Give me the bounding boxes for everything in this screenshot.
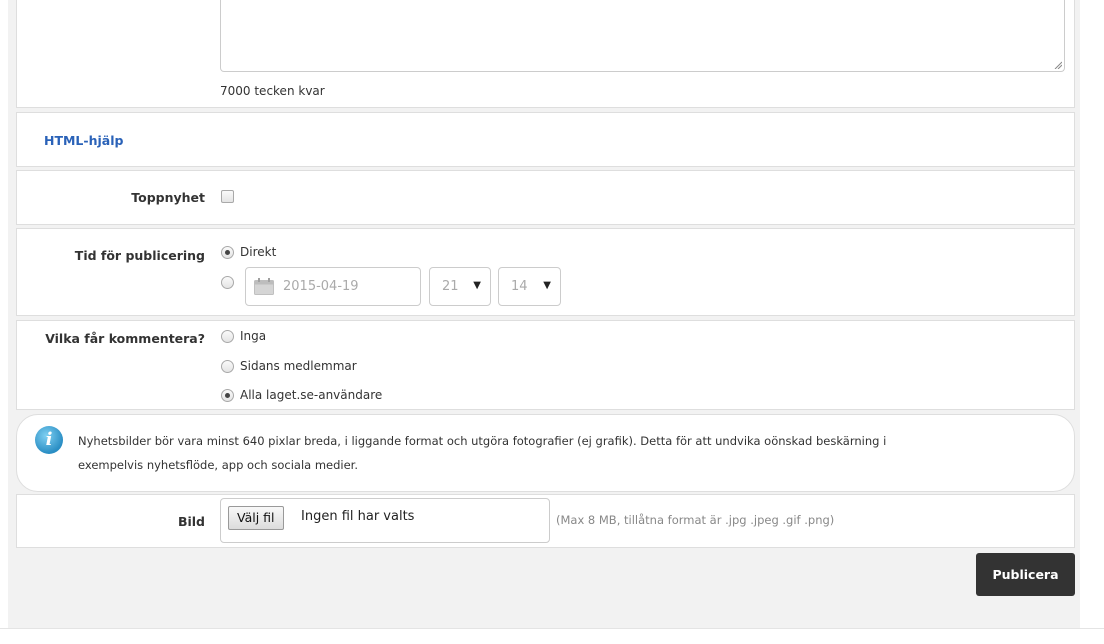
comments-option-none-label: Inga xyxy=(240,329,267,343)
image-label: Bild xyxy=(177,514,205,529)
top-news-checkbox[interactable] xyxy=(221,190,234,203)
html-help-link[interactable]: HTML-hjälp xyxy=(44,133,123,148)
comments-label: Vilka får kommentera? xyxy=(45,331,205,346)
publish-direct-label: Direkt xyxy=(240,245,277,259)
chevron-down-icon: ▼ xyxy=(473,280,481,291)
publish-scheduled-radio[interactable] xyxy=(221,276,234,289)
publish-hour-value: 21 xyxy=(442,279,459,294)
publish-date-input[interactable]: 2015-04-19 xyxy=(245,267,421,306)
chevron-down-icon: ▼ xyxy=(543,280,551,291)
choose-file-button[interactable]: Välj fil xyxy=(228,506,284,530)
comments-option-all-radio[interactable] xyxy=(221,389,234,402)
chars-left-counter: 7000 tecken kvar xyxy=(220,84,325,98)
info-text-line1: Nyhetsbilder bör vara minst 640 pixlar b… xyxy=(78,434,887,448)
publish-minute-value: 14 xyxy=(511,279,528,294)
comments-option-none-radio[interactable] xyxy=(221,330,234,343)
html-help-panel xyxy=(16,112,1075,167)
no-file-chosen-text: Ingen fil har valts xyxy=(301,509,415,524)
top-news-label: Toppnyhet xyxy=(131,190,205,205)
resize-grip-icon[interactable] xyxy=(1054,61,1062,69)
publish-button[interactable]: Publicera xyxy=(976,553,1075,596)
publish-direct-radio[interactable] xyxy=(221,246,234,259)
comments-option-members-radio[interactable] xyxy=(221,360,234,373)
publish-minute-select[interactable]: 14 ▼ xyxy=(498,267,561,306)
info-icon: i xyxy=(35,426,63,454)
publish-time-label: Tid för publicering xyxy=(74,248,205,263)
comments-option-members-label: Sidans medlemmar xyxy=(240,359,357,373)
info-text-line2: exempelvis nyhetsflöde, app och sociala … xyxy=(78,458,359,472)
publish-hour-select[interactable]: 21 ▼ xyxy=(429,267,491,306)
page-footer-strip xyxy=(0,628,1104,644)
calendar-icon xyxy=(254,278,274,295)
message-textarea[interactable] xyxy=(220,0,1065,72)
info-panel xyxy=(16,414,1075,492)
comments-option-all-label: Alla laget.se-användare xyxy=(240,388,383,402)
publish-date-value: 2015-04-19 xyxy=(283,279,359,294)
image-format-hint: (Max 8 MB, tillåtna format är .jpg .jpeg… xyxy=(556,513,835,527)
image-file-input[interactable]: Välj fil Ingen fil har valts xyxy=(220,498,550,543)
